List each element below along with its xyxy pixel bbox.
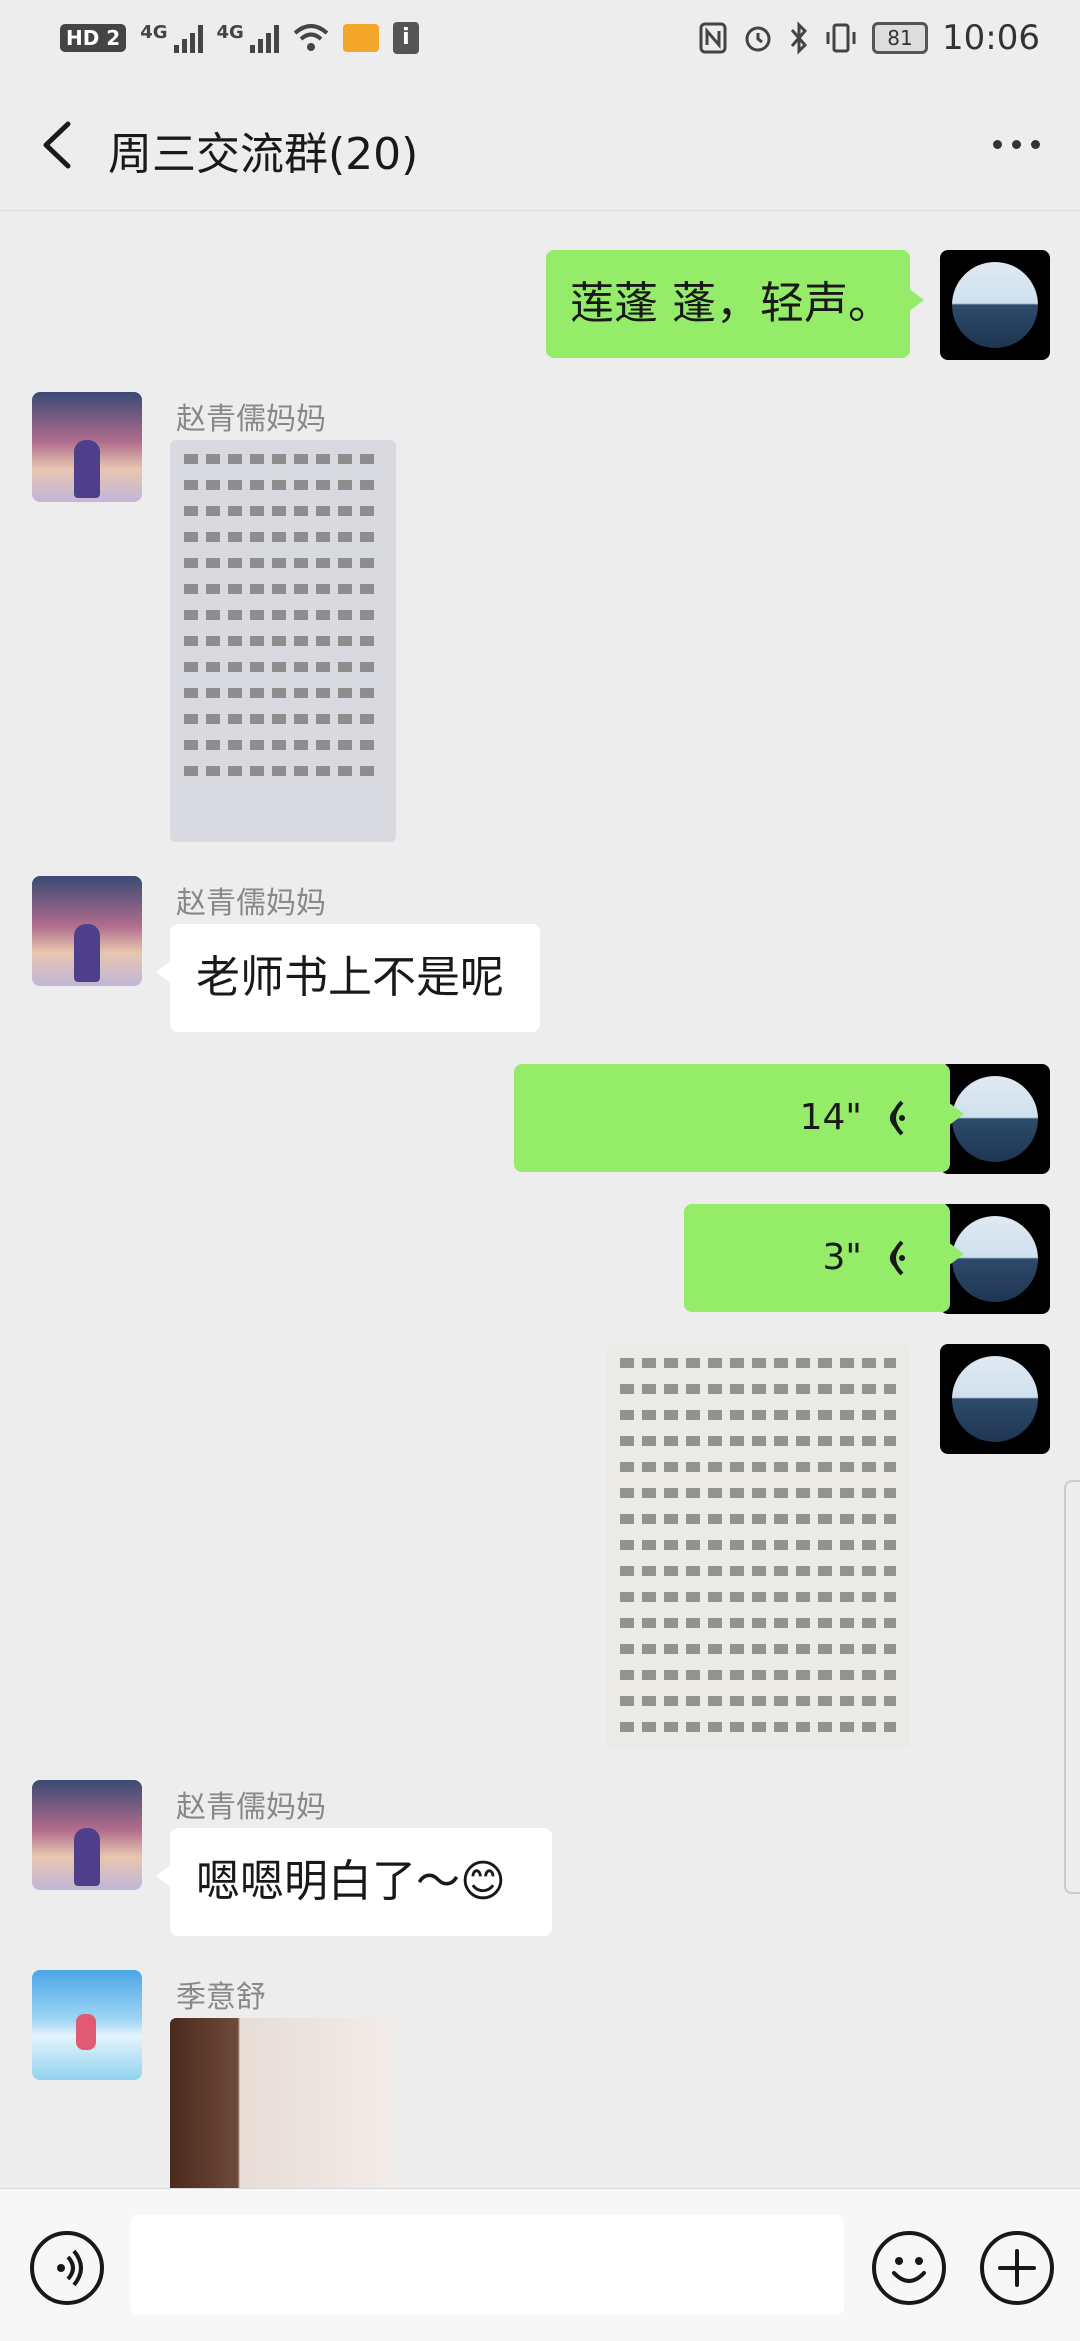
more-options-icon[interactable]	[993, 140, 1040, 149]
voice-wave-icon	[890, 1100, 905, 1136]
message-text: 老师书上不是呢	[196, 952, 504, 1003]
voice-message[interactable]: 14"	[514, 1064, 964, 1172]
add-button[interactable]	[980, 2231, 1054, 2305]
back-arrow-icon[interactable]	[38, 120, 78, 170]
emoji-icon	[892, 2257, 926, 2283]
message-text: 莲蓬 蓬，轻声。	[570, 278, 892, 329]
sender-name: 季意舒	[176, 1980, 266, 2015]
sender-avatar[interactable]	[32, 1780, 142, 1890]
message-text: 嗯嗯明白了～😊	[196, 1856, 506, 1907]
emoji-button[interactable]	[872, 2231, 946, 2305]
alarm-icon	[745, 26, 771, 52]
voice-wave-icon	[890, 1240, 905, 1276]
voice-duration: 3"	[822, 1237, 862, 1278]
chat-header: 周三交流群(20)	[0, 80, 1080, 211]
sender-avatar[interactable]	[32, 392, 142, 502]
wifi-icon	[293, 24, 329, 51]
sender-avatar[interactable]	[32, 876, 142, 986]
my-avatar[interactable]	[940, 1344, 1050, 1454]
message-bubble[interactable]: 莲蓬 蓬，轻声。	[546, 250, 924, 358]
info-notification-icon: i	[392, 22, 419, 54]
mail-notification-icon	[342, 24, 379, 52]
chat-title: 周三交流群(20)	[108, 129, 419, 180]
network-type-2: 4G	[216, 22, 244, 43]
voice-input-button[interactable]	[30, 2231, 104, 2305]
sender-name: 赵青儒妈妈	[176, 402, 326, 437]
message-bubble[interactable]: 老师书上不是呢	[156, 924, 540, 1032]
room-photo[interactable]	[170, 2018, 396, 2188]
clock: 10:06	[942, 18, 1040, 58]
textbook-photo[interactable]	[170, 440, 396, 842]
status-bar: HD 2 4G 4G i 81 10:06	[0, 0, 1080, 80]
sender-name: 赵青儒妈妈	[176, 1790, 326, 1825]
sender-avatar[interactable]	[32, 1970, 142, 2080]
bluetooth-icon	[790, 21, 808, 55]
network-type-1: 4G	[140, 22, 168, 43]
plus-icon	[998, 2249, 1036, 2287]
sender-name: 赵青儒妈妈	[176, 886, 326, 921]
signal-icon	[173, 23, 203, 53]
dictionary-photo[interactable]	[606, 1344, 910, 1748]
hd-indicator: HD 2	[60, 24, 127, 52]
voice-message[interactable]: 3"	[684, 1204, 964, 1312]
message-bubble[interactable]: 嗯嗯明白了～😊	[156, 1828, 552, 1936]
signal-icon	[249, 23, 279, 53]
battery-level: 81	[872, 22, 929, 54]
input-bar	[0, 2188, 1080, 2341]
vibrate-icon	[826, 23, 856, 53]
scroll-indicator[interactable]	[1064, 1480, 1080, 1894]
voice-icon	[57, 2249, 83, 2287]
voice-duration: 14"	[799, 1097, 862, 1138]
message-input[interactable]	[130, 2215, 844, 2315]
nfc-icon	[699, 22, 727, 54]
my-avatar[interactable]	[940, 250, 1050, 360]
